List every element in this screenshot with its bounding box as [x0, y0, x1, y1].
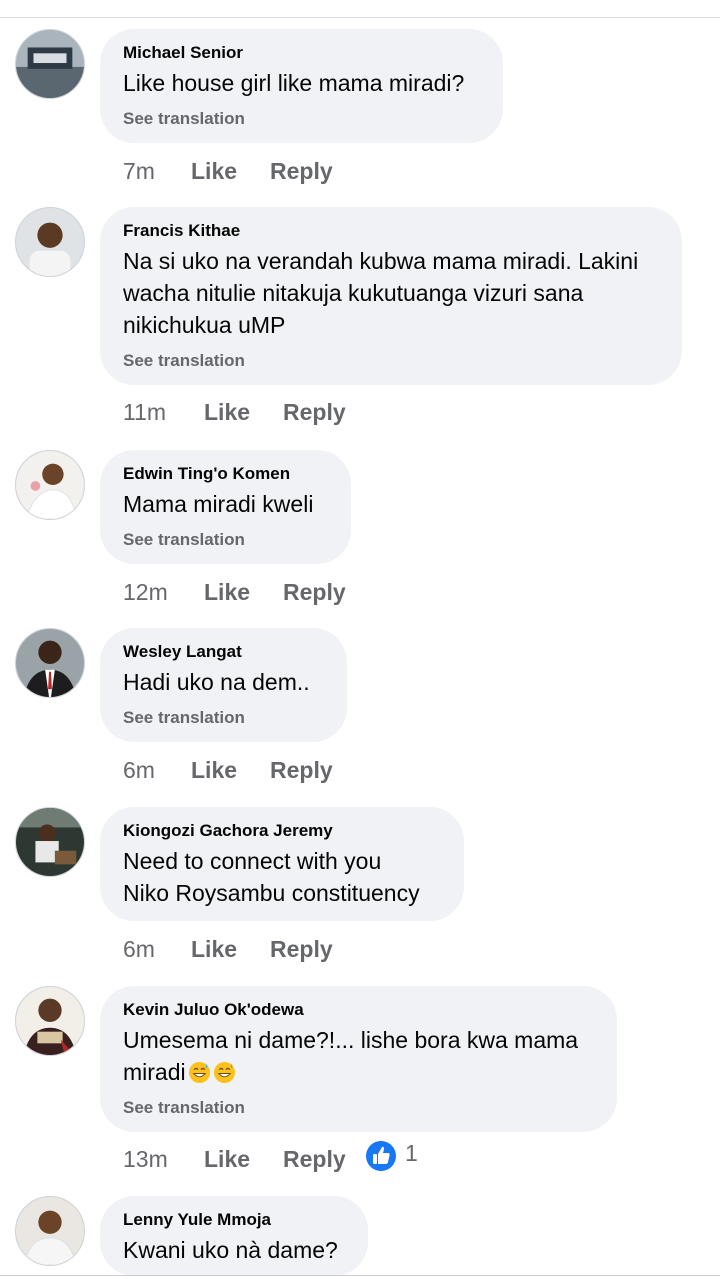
- avatar[interactable]: [15, 450, 85, 520]
- reply-button[interactable]: Reply: [270, 934, 333, 964]
- comment-time: 6m: [123, 757, 155, 783]
- comment-author[interactable]: Michael Senior: [123, 43, 480, 63]
- comment-actions: 6m Like Reply: [123, 934, 523, 964]
- comment-time: 12m: [123, 579, 168, 605]
- reply-button[interactable]: Reply: [283, 397, 346, 427]
- reply-button[interactable]: Reply: [270, 156, 333, 186]
- comment-text: Need to connect with you Niko Roysambu c…: [123, 848, 420, 906]
- comment-time: 6m: [123, 936, 155, 962]
- comment-text-line: Umesema ni dame?!... lishe bora kwa mama: [123, 1027, 579, 1053]
- comment-text: Umesema ni dame?!... lishe bora kwa mama…: [123, 1024, 594, 1088]
- comment-author[interactable]: Wesley Langat: [123, 642, 324, 662]
- comment-time: 13m: [123, 1146, 168, 1172]
- comment-text: Like house girl like mama miradi?: [123, 70, 465, 96]
- comment-text: Mama miradi kweli: [123, 491, 314, 517]
- reply-button[interactable]: Reply: [283, 1144, 346, 1174]
- like-button[interactable]: Like: [191, 934, 237, 964]
- avatar[interactable]: [15, 807, 85, 877]
- thumbs-up-icon[interactable]: [365, 1140, 397, 1172]
- see-translation-link[interactable]: See translation: [123, 530, 328, 550]
- like-button[interactable]: Like: [191, 755, 237, 785]
- comment-actions: 6m Like Reply: [123, 755, 523, 785]
- reply-button[interactable]: Reply: [283, 577, 346, 607]
- top-divider: [0, 17, 720, 18]
- comment-bubble: Edwin Ting'o Komen Mama miradi kweli See…: [100, 450, 351, 564]
- comment-author[interactable]: Lenny Yule Mmoja: [123, 1210, 345, 1230]
- comment-bubble: Michael Senior Like house girl like mama…: [100, 29, 503, 143]
- avatar[interactable]: [15, 628, 85, 698]
- grinning-sweat-emoji-icon: [213, 1061, 235, 1084]
- like-button[interactable]: Like: [204, 577, 250, 607]
- comment-actions: 11m Like Reply: [123, 397, 523, 427]
- see-translation-link[interactable]: See translation: [123, 351, 659, 371]
- comment-author[interactable]: Kiongozi Gachora Jeremy: [123, 821, 441, 841]
- comment-text-line: miradi: [123, 1059, 186, 1085]
- reaction-count[interactable]: 1: [405, 1138, 418, 1168]
- comment-time: 7m: [123, 158, 155, 184]
- comment-author[interactable]: Kevin Juluo Ok'odewa: [123, 1000, 594, 1020]
- avatar[interactable]: [15, 1196, 85, 1266]
- comment-actions: 12m Like Reply: [123, 577, 523, 607]
- comment-actions: 7m Like Reply: [123, 156, 523, 186]
- see-translation-link[interactable]: See translation: [123, 1098, 594, 1118]
- like-button[interactable]: Like: [204, 397, 250, 427]
- comment-bubble: Lenny Yule Mmoja Kwani uko nà dame?: [100, 1196, 368, 1276]
- bottom-divider: [0, 1275, 720, 1276]
- comment-author[interactable]: Edwin Ting'o Komen: [123, 464, 328, 484]
- comment-bubble: Wesley Langat Hadi uko na dem.. See tran…: [100, 628, 347, 742]
- see-translation-link[interactable]: See translation: [123, 109, 480, 129]
- comment-actions: 13m Like Reply 1: [123, 1140, 523, 1174]
- comment-time: 11m: [123, 399, 167, 425]
- comment-author[interactable]: Francis Kithae: [123, 221, 659, 241]
- avatar[interactable]: [15, 986, 85, 1056]
- comment-bubble: Kevin Juluo Ok'odewa Umesema ni dame?!..…: [100, 986, 617, 1132]
- comment-bubble: Francis Kithae Na si uko na verandah kub…: [100, 207, 682, 385]
- like-button[interactable]: Like: [204, 1144, 250, 1174]
- grinning-sweat-emoji-icon: [188, 1061, 210, 1084]
- comment-bubble: Kiongozi Gachora Jeremy Need to connect …: [100, 807, 464, 921]
- like-button[interactable]: Like: [191, 156, 237, 186]
- avatar[interactable]: [15, 29, 85, 99]
- comment-text: Kwani uko nà dame?: [123, 1237, 338, 1263]
- comment-text: Hadi uko na dem..: [123, 669, 310, 695]
- avatar[interactable]: [15, 207, 85, 277]
- reply-button[interactable]: Reply: [270, 755, 333, 785]
- see-translation-link[interactable]: See translation: [123, 708, 324, 728]
- comment-text: Na si uko na verandah kubwa mama miradi.…: [123, 248, 639, 338]
